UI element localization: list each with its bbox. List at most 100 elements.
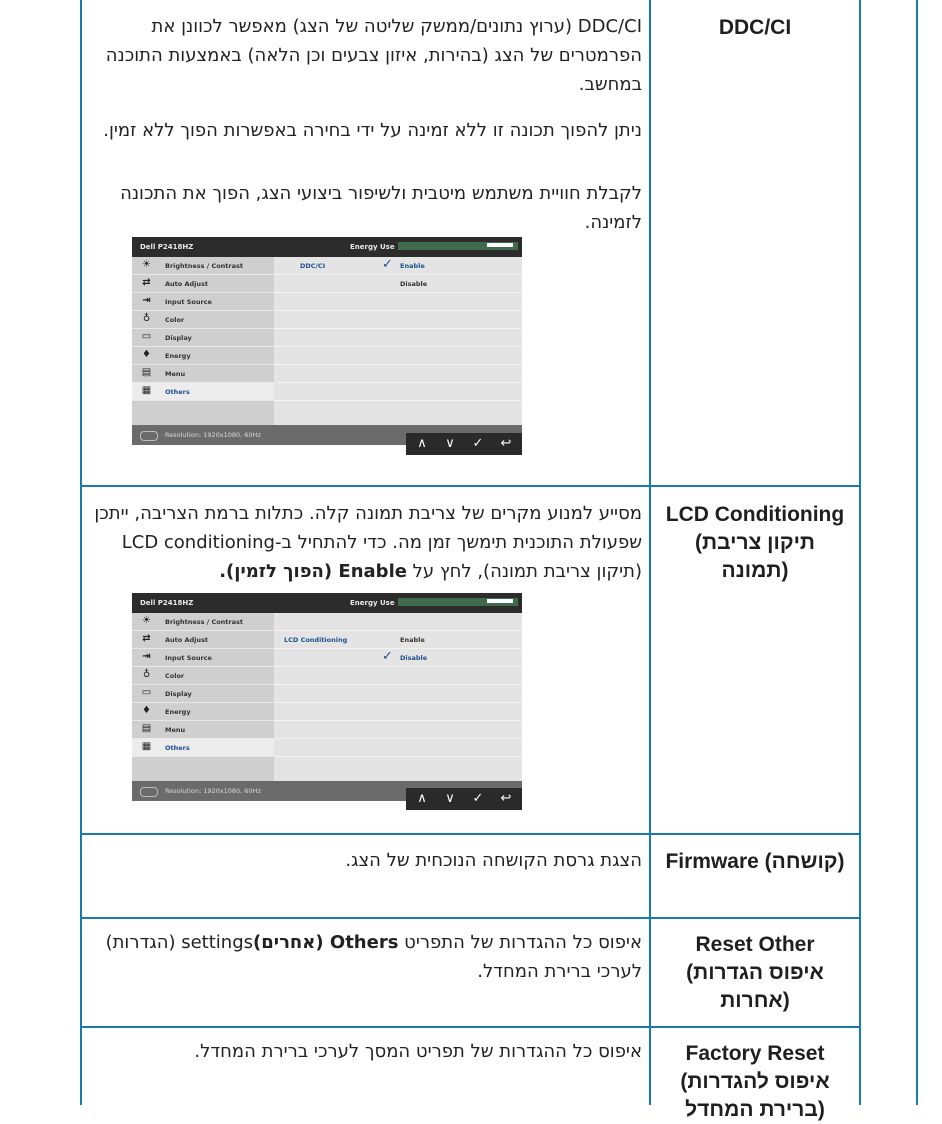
color-icon: ♁ — [142, 669, 151, 680]
up-icon[interactable]: ∧ — [412, 791, 432, 806]
row-label-firmware: Firmware (קושחה) — [665, 850, 845, 873]
osd-resolution: Resolution: 1920x1080, 60Hz — [165, 787, 261, 795]
osd-menu-item[interactable]: ⇥ Input Source — [132, 649, 274, 667]
osd-option-disable[interactable]: Disable — [400, 654, 427, 662]
osd-menu-label: Brightness / Contrast — [165, 618, 243, 626]
osd-ddc-ci-screenshot: Dell P2418HZ Energy Use ☀ Brightness / Co… — [132, 237, 522, 445]
osd-menu-item[interactable]: ♁ Color — [132, 667, 274, 685]
osd-menu-label: Auto Adjust — [165, 636, 209, 644]
osd-menu-label: Energy — [165, 708, 191, 716]
reset-other-description: איפוס כל ההגדרות של התפריט Others (אחרים… — [86, 928, 642, 986]
osd-menu-label: Input Source — [165, 298, 212, 306]
row-label-lcd-conditioning: LCD Conditioning (תיקון צריבת תמונה) — [665, 503, 845, 582]
osd-main-menu: ☀ Brightness / Contrast ⇄ Auto Adjust ⇥ Inp… — [132, 613, 274, 781]
osd-energy-label: Energy Use — [350, 599, 395, 607]
osd-menu-item[interactable]: ☀ Brightness / Contrast — [132, 257, 274, 275]
row-label-ddc-ci: DDC/CI — [718, 16, 792, 39]
others-icon: ▦ — [141, 741, 152, 752]
check-icon: ✓ — [382, 257, 393, 272]
osd-energy-label: Energy Use — [350, 243, 395, 251]
osd-menu-item[interactable]: ☀ Brightness / Contrast — [132, 613, 274, 631]
sun-icon: ☀ — [142, 615, 151, 626]
osd-submenu: LCD Conditioning Enable ✓ Disable — [276, 613, 522, 781]
resolution-icon — [140, 431, 158, 441]
osd-menu-label: Display — [165, 334, 192, 342]
table-border-middle — [649, 0, 651, 1105]
osd-menu-label: Menu — [165, 370, 186, 378]
osd-menu-item[interactable]: ♦ Energy — [132, 347, 274, 365]
menu-icon: ▤ — [141, 367, 152, 378]
osd-menu-label: Display — [165, 690, 192, 698]
osd-menu-label: Energy — [165, 352, 191, 360]
osd-model-name: Dell P2418HZ — [140, 599, 194, 607]
osd-nav-buttons: ∧ ∨ ✓ ↩ — [406, 433, 522, 455]
energy-bar-level — [487, 243, 513, 247]
others-emphasis: Others (אחרים) — [253, 932, 399, 953]
down-icon[interactable]: ∨ — [440, 436, 460, 451]
ddc-recommendation: לקבלת חוויית משתמש מיטבית ולשיפור ביצועי… — [120, 183, 642, 233]
firmware-description: הצגת גרסת הקושחה הנוכחית של הצג. — [345, 850, 642, 871]
row-divider — [80, 485, 860, 487]
osd-setting-name: DDC/CI — [300, 262, 326, 270]
osd-menu-item[interactable]: ▤ Menu — [132, 365, 274, 383]
osd-header: Dell P2418HZ Energy Use — [132, 593, 522, 613]
others-icon: ▦ — [141, 385, 152, 396]
lcd-description: מסייע למנוע מקרים של צריבת תמונה קלה. כת… — [86, 499, 642, 586]
table-border-left — [80, 0, 82, 1105]
back-icon[interactable]: ↩ — [496, 436, 516, 451]
osd-menu-label: Others — [165, 744, 190, 752]
osd-header: Dell P2418HZ Energy Use — [132, 237, 522, 257]
osd-menu-item[interactable]: ⇥ Input Source — [132, 293, 274, 311]
osd-menu-item-selected[interactable]: ▦ Others — [132, 739, 274, 757]
color-icon: ♁ — [142, 313, 151, 324]
osd-lcd-conditioning-screenshot: Dell P2418HZ Energy Use ☀ Brightness / Co… — [132, 593, 522, 801]
display-icon: ▭ — [141, 331, 152, 342]
input-source-icon: ⇥ — [142, 295, 151, 306]
osd-menu-label: Menu — [165, 726, 186, 734]
down-icon[interactable]: ∨ — [440, 791, 460, 806]
osd-menu-item[interactable]: ⇄ Auto Adjust — [132, 631, 274, 649]
ddc-description: DDC/CI (ערוץ נתונים/ממשק שליטה של הצג) מ… — [105, 16, 642, 95]
menu-icon: ▤ — [141, 723, 152, 734]
osd-option-enable[interactable]: Enable — [400, 262, 425, 270]
auto-adjust-icon: ⇄ — [142, 277, 151, 288]
resolution-icon — [140, 787, 158, 797]
osd-main-menu: ☀ Brightness / Contrast ⇄ Auto Adjust ⇥ Inp… — [132, 257, 274, 425]
osd-menu-item[interactable]: ▭ Display — [132, 329, 274, 347]
row-divider — [80, 1026, 860, 1028]
back-icon[interactable]: ↩ — [496, 791, 516, 806]
osd-menu-label: Input Source — [165, 654, 212, 662]
up-icon[interactable]: ∧ — [412, 436, 432, 451]
osd-menu-item-selected[interactable]: ▦ Others — [132, 383, 274, 401]
osd-menu-item[interactable]: ♁ Color — [132, 311, 274, 329]
row-divider — [80, 917, 860, 919]
osd-menu-item[interactable]: ▭ Display — [132, 685, 274, 703]
display-icon: ▭ — [141, 687, 152, 698]
osd-model-name: Dell P2418HZ — [140, 243, 194, 251]
energy-bar-level — [487, 599, 513, 603]
osd-menu-label: Others — [165, 388, 190, 396]
row-label-reset-other: Reset Other (איפוס הגדרות אחרות) — [686, 933, 824, 1012]
osd-menu-item[interactable]: ♦ Energy — [132, 703, 274, 721]
osd-resolution: Resolution: 1920x1080, 60Hz — [165, 431, 261, 439]
lcd-enable-emphasis: Enable (הפוך לזמין). — [219, 561, 407, 582]
check-icon: ✓ — [382, 649, 393, 664]
osd-submenu: DDC/CI ✓ Enable Disable — [276, 257, 522, 425]
osd-nav-buttons: ∧ ∨ ✓ ↩ — [406, 788, 522, 810]
osd-menu-label: Color — [165, 672, 185, 680]
osd-menu-item[interactable]: ⇄ Auto Adjust — [132, 275, 274, 293]
row-label-factory-reset: Factory Reset (איפוס להגדרות ברירת המחדל… — [680, 1042, 830, 1121]
osd-option-disable[interactable]: Disable — [400, 280, 427, 288]
row-divider — [80, 833, 860, 835]
input-source-icon: ⇥ — [142, 651, 151, 662]
sun-icon: ☀ — [142, 259, 151, 270]
osd-option-enable[interactable]: Enable — [400, 636, 425, 644]
energy-icon: ♦ — [142, 705, 151, 716]
check-icon[interactable]: ✓ — [468, 436, 488, 451]
auto-adjust-icon: ⇄ — [142, 633, 151, 644]
osd-menu-item[interactable]: ▤ Menu — [132, 721, 274, 739]
osd-menu-label: Auto Adjust — [165, 280, 209, 288]
table-border-label-right — [859, 0, 861, 1105]
energy-icon: ♦ — [142, 349, 151, 360]
check-icon[interactable]: ✓ — [468, 791, 488, 806]
